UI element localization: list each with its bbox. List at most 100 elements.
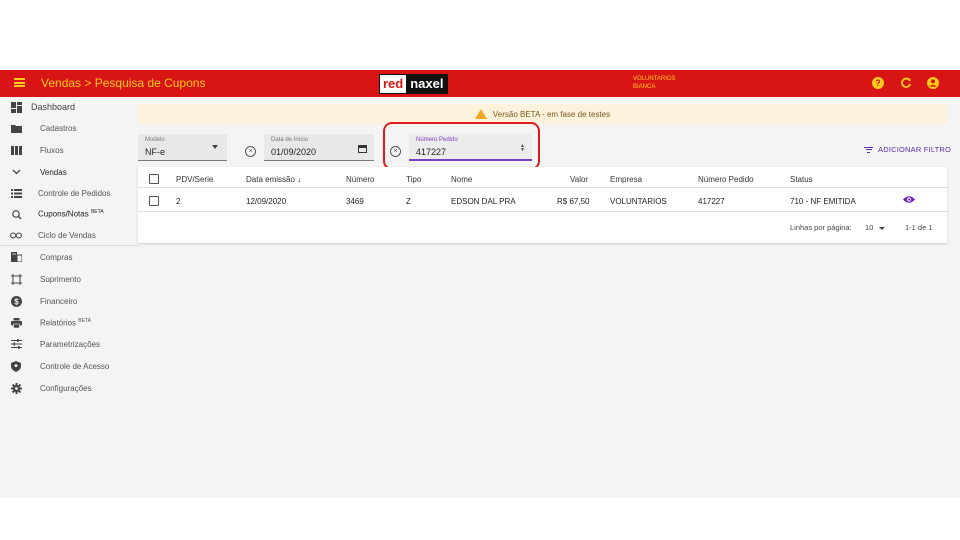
cell-valor: R$ 67,50 xyxy=(557,197,590,206)
modelo-select[interactable]: Modelo NF-e xyxy=(138,134,227,161)
sidebar-item-suprimento[interactable]: Suprimento xyxy=(0,269,138,289)
chevron-down-icon xyxy=(879,226,886,230)
col-header-status[interactable]: Status xyxy=(790,175,813,184)
modelo-label: Modelo xyxy=(145,137,165,143)
sidebar-item-financeiro[interactable]: $ Financeiro xyxy=(0,291,138,311)
data-inicio-label: Data de Início xyxy=(271,137,309,143)
numero-pedido-value[interactable]: 417227 xyxy=(416,147,446,157)
menu-icon[interactable] xyxy=(14,78,25,87)
col-header-data-emissao[interactable]: Data emissão ↓ xyxy=(246,175,301,184)
numero-pedido-label: Número Pedido xyxy=(416,137,458,143)
sidebar-item-cadastros[interactable]: Cadastros xyxy=(0,118,138,138)
rednaxel-logo: red naxel xyxy=(379,74,449,94)
row-divider xyxy=(138,211,947,212)
columns-icon xyxy=(10,144,22,156)
list-icon xyxy=(10,187,22,199)
sidebar: Dashboard Cadastros Fluxos Vendas Contro… xyxy=(0,97,138,498)
sidebar-item-dashboard[interactable]: Dashboard xyxy=(0,97,138,117)
rows-per-page-select[interactable]: 10 xyxy=(865,223,886,232)
sidebar-divider xyxy=(0,245,138,246)
sidebar-item-label: Controle de Pedidos xyxy=(38,188,111,198)
header-divider xyxy=(138,187,947,188)
clear-modelo-icon[interactable]: × xyxy=(245,146,256,157)
shield-icon xyxy=(10,360,22,372)
sidebar-item-vendas[interactable]: Vendas xyxy=(0,162,138,182)
col-header-nome[interactable]: Nome xyxy=(451,175,472,184)
sidebar-item-label: Relatórios BETA xyxy=(40,318,91,328)
pagination-range: 1-1 de 1 xyxy=(905,223,933,232)
sidebar-item-configuracoes[interactable]: Configurações xyxy=(0,378,138,398)
sidebar-item-label: Financeiro xyxy=(40,296,78,306)
receipt-search-icon xyxy=(10,208,22,220)
dollar-icon: $ xyxy=(10,295,22,307)
sidebar-item-controle-acesso[interactable]: Controle de Acesso xyxy=(0,356,138,376)
data-inicio-field[interactable]: Data de Início 01/09/2020 xyxy=(264,134,374,161)
cell-status: 710 - NF EMITIDA xyxy=(790,197,856,206)
chevron-down-icon xyxy=(10,166,22,178)
col-header-pdv[interactable]: PDV/Serie xyxy=(176,175,213,184)
view-eye-icon[interactable] xyxy=(903,195,915,204)
refresh-icon[interactable] xyxy=(900,77,912,89)
dropdown-arrow-icon[interactable] xyxy=(212,145,218,149)
sidebar-item-label: Fluxos xyxy=(40,145,64,155)
sidebar-item-fluxos[interactable]: Fluxos xyxy=(0,140,138,160)
sidebar-item-label: Ciclo de Vendas xyxy=(38,230,96,240)
folder-icon xyxy=(10,122,22,134)
rows-per-page-value: 10 xyxy=(865,223,874,232)
sidebar-item-label: Vendas xyxy=(40,167,67,177)
stepper-down-icon[interactable]: ▼ xyxy=(520,148,525,153)
help-icon[interactable]: ? xyxy=(872,77,884,89)
add-filter-button[interactable]: ADICIONAR FILTRO xyxy=(864,145,951,154)
app-frame: Vendas > Pesquisa de Cupons red naxel VO… xyxy=(0,70,960,498)
cell-pdv: 2 xyxy=(176,197,181,206)
sidebar-item-controle-pedidos[interactable]: Controle de Pedidos xyxy=(0,183,138,203)
col-header-numero-pedido[interactable]: Número Pedido xyxy=(698,175,754,184)
numero-pedido-field[interactable]: Número Pedido 417227 ▲ ▼ xyxy=(409,134,532,161)
sidebar-item-label: Dashboard xyxy=(31,102,76,112)
beta-badge: BETA xyxy=(90,209,104,216)
building-icon xyxy=(10,251,22,263)
sidebar-item-label: Suprimento xyxy=(40,274,81,284)
top-bar: Vendas > Pesquisa de Cupons red naxel VO… xyxy=(0,70,960,97)
logo-red-text: red xyxy=(380,75,407,93)
warning-icon xyxy=(474,109,487,119)
add-filter-label: ADICIONAR FILTRO xyxy=(878,145,952,154)
cell-numero: 3469 xyxy=(346,197,364,206)
cell-empresa: VOLUNTARIOS xyxy=(610,197,667,206)
row-checkbox[interactable] xyxy=(149,196,159,206)
results-table: PDV/Serie Data emissão ↓ Número Tipo Nom… xyxy=(138,167,947,243)
modelo-value: NF-e xyxy=(145,147,165,157)
user-info: VOLUNTARIOS BIANCA xyxy=(633,75,676,91)
sidebar-item-label: Cadastros xyxy=(40,123,77,133)
beta-badge: BETA xyxy=(78,318,91,325)
sidebar-item-label: Configurações xyxy=(40,383,92,393)
sidebar-item-ciclo-vendas[interactable]: Ciclo de Vendas xyxy=(0,225,138,245)
col-header-tipo[interactable]: Tipo xyxy=(406,175,421,184)
number-stepper[interactable]: ▲ ▼ xyxy=(520,144,525,153)
beta-banner-text: Versão BETA - em fase de testes xyxy=(492,109,611,119)
crop-icon xyxy=(10,273,22,285)
sidebar-item-label: Controle de Acesso xyxy=(40,361,110,371)
sidebar-item-compras[interactable]: Compras xyxy=(0,247,138,267)
sliders-icon xyxy=(10,338,22,350)
sidebar-item-label: Parametrizações xyxy=(40,339,101,349)
col-header-numero[interactable]: Número xyxy=(346,175,374,184)
user-name: BIANCA xyxy=(633,84,656,90)
cell-tipo: Z xyxy=(406,197,411,206)
sidebar-item-parametrizacoes[interactable]: Parametrizações xyxy=(0,334,138,354)
col-header-valor[interactable]: Valor xyxy=(570,175,588,184)
sidebar-item-relatorios[interactable]: Relatórios BETA xyxy=(0,313,138,333)
clear-data-icon[interactable]: × xyxy=(390,146,401,157)
user-company: VOLUNTARIOS xyxy=(633,76,676,82)
page-title: Vendas > Pesquisa de Cupons xyxy=(41,76,206,90)
col-header-empresa[interactable]: Empresa xyxy=(610,175,642,184)
select-all-checkbox[interactable] xyxy=(149,174,159,184)
svg-text:$: $ xyxy=(14,297,19,306)
sidebar-item-cupons-notas[interactable]: Cupons/Notas BETA xyxy=(0,204,138,224)
beta-banner: Versão BETA - em fase de testes xyxy=(138,104,947,124)
calendar-icon[interactable] xyxy=(358,145,367,153)
account-icon[interactable] xyxy=(927,77,939,89)
data-inicio-value: 01/09/2020 xyxy=(271,147,317,157)
sidebar-item-label: Cupons/Notas BETA xyxy=(38,209,104,219)
gear-icon xyxy=(10,382,22,394)
